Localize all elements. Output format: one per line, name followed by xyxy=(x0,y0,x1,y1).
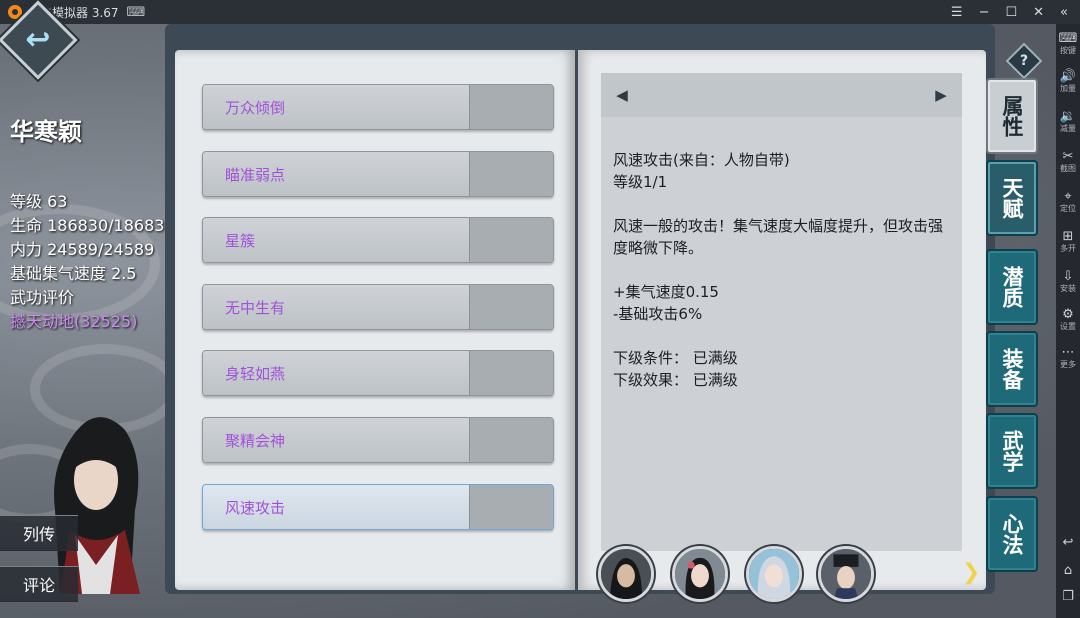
sidebar-settings[interactable]: ⚙ 设置 xyxy=(1056,308,1080,332)
stat-hp: 生命 186830/186830 xyxy=(10,216,175,235)
detail-header: ◀ ▶ xyxy=(601,73,962,117)
skill-slot xyxy=(469,485,553,529)
skill-row[interactable]: 身轻如燕 xyxy=(202,350,554,396)
avatar-character-2[interactable] xyxy=(672,546,728,602)
avatar-character-1[interactable] xyxy=(598,546,654,602)
sidebar-location[interactable]: ⌖ 定位 xyxy=(1056,190,1080,214)
sidebar-volume-down[interactable]: 🔉 减量 xyxy=(1056,110,1080,134)
detail-next-effect: 下级效果： 已满级 xyxy=(613,371,738,389)
detail-level: 等级1/1 xyxy=(613,173,668,191)
tab-talent[interactable]: 天赋 xyxy=(986,160,1038,236)
scissors-icon: ✂ xyxy=(1062,149,1074,164)
stat-rating-label: 武功评价 xyxy=(10,288,75,307)
skill-slot xyxy=(469,85,553,129)
avatar-character-4[interactable] xyxy=(818,546,874,602)
back-nav-icon[interactable]: ↩ xyxy=(1056,536,1080,550)
comment-button[interactable]: 评论 xyxy=(0,566,78,602)
skill-name: 瞄准弱点 xyxy=(203,152,469,196)
skill-name: 星簇 xyxy=(203,218,469,262)
stat-mp: 内力 24589/24589 xyxy=(10,240,155,259)
character-name: 华寒颖 xyxy=(10,117,82,146)
gamepad-icon[interactable]: ⌨ xyxy=(127,5,146,20)
location-pin-icon: ⌖ xyxy=(1064,189,1072,204)
skill-slot xyxy=(469,152,553,196)
skill-slot xyxy=(469,351,553,395)
multi-window-icon: ⊞ xyxy=(1062,229,1074,244)
tab-attributes[interactable]: 属性 xyxy=(986,78,1038,154)
skill-slot xyxy=(469,218,553,262)
skill-row[interactable]: 万众倾倒 xyxy=(202,84,554,130)
stat-rating-value: 撼天动地(32525) xyxy=(10,312,138,331)
sidebar-keyboard[interactable]: ⌨ 按键 xyxy=(1056,32,1080,56)
more-dots-icon: ⋯ xyxy=(1061,345,1075,360)
skill-name: 风速攻击 xyxy=(203,485,469,529)
skill-row[interactable]: 聚精会神 xyxy=(202,417,554,463)
skill-row[interactable]: 星簇 xyxy=(202,217,554,263)
prev-arrow-icon[interactable]: ◀ xyxy=(613,85,631,105)
stat-level: 等级 63 xyxy=(10,192,68,211)
maximize-icon[interactable]: ☐ xyxy=(1005,5,1017,20)
character-stats: 等级 63 生命 186830/186830 内力 24589/24589 基础… xyxy=(10,190,175,334)
apk-install-icon: ⇩ xyxy=(1062,269,1074,284)
skill-name: 无中生有 xyxy=(203,285,469,329)
keyboard-icon: ⌨ xyxy=(1058,31,1078,46)
home-nav-icon[interactable]: ⌂ xyxy=(1056,564,1080,578)
minimize-icon[interactable]: − xyxy=(979,5,990,20)
tab-equipment[interactable]: 装备 xyxy=(986,331,1038,407)
skill-name: 身轻如燕 xyxy=(203,351,469,395)
skill-row[interactable]: 无中生有 xyxy=(202,284,554,330)
sidebar-install[interactable]: ⇩ 安装 xyxy=(1056,270,1080,294)
skill-name: 聚精会神 xyxy=(203,418,469,462)
emulator-sidebar: ⌨ 按键 🔊 加量 🔉 减量 ✂ 截图 ⌖ 定位 ⊞ 多开 ⇩ 安装 ⚙ 设置 ⋯ 更多 ↩ ⌂ … xyxy=(1056,24,1080,618)
skill-row-selected[interactable]: 风速攻击 xyxy=(202,484,554,530)
skill-slot xyxy=(469,285,553,329)
avatar-character-3[interactable] xyxy=(746,546,802,602)
tab-martial-arts[interactable]: 武学 xyxy=(986,413,1038,489)
recent-apps-icon[interactable]: ❐ xyxy=(1056,590,1080,604)
detail-title: 风速攻击(来自：人物自带) xyxy=(613,151,790,169)
tab-mind-method[interactable]: 心法 xyxy=(986,496,1038,572)
detail-description: 风速一般的攻击！集气速度大幅度提升，但攻击强度略微下降。 xyxy=(613,217,944,257)
settings-gear-icon: ⚙ xyxy=(1062,307,1074,322)
sidebar-screenshot[interactable]: ✂ 截图 xyxy=(1056,150,1080,174)
biography-button[interactable]: 列传 xyxy=(0,515,78,551)
character-portrait xyxy=(54,417,140,594)
back-arrow-icon: ↩ xyxy=(25,22,51,57)
detail-text: 风速攻击(来自：人物自带) 等级1/1 风速一般的攻击！集气速度大幅度提升，但攻… xyxy=(613,149,953,391)
emulator-titlebar: 雷电模拟器 3.67 ⌨ ☰ − ☐ ✕ « xyxy=(0,0,1080,24)
skill-detail-panel: ◀ ▶ 风速攻击(来自：人物自带) 等级1/1 风速一般的攻击！集气速度大幅度提… xyxy=(601,73,962,551)
sidebar-multi-open[interactable]: ⊞ 多开 xyxy=(1056,230,1080,254)
sidebar-more[interactable]: ⋯ 更多 xyxy=(1056,346,1080,370)
next-arrow-icon[interactable]: ▶ xyxy=(932,85,950,105)
next-page-arrow-icon[interactable]: ❯ xyxy=(962,561,980,585)
skill-name: 万众倾倒 xyxy=(203,85,469,129)
detail-next-condition: 下级条件： 已满级 xyxy=(613,349,738,367)
stat-speed: 基础集气速度 2.5 xyxy=(10,264,137,283)
close-icon[interactable]: ✕ xyxy=(1033,5,1044,20)
menu-icon[interactable]: ☰ xyxy=(951,5,963,20)
skill-slot xyxy=(469,418,553,462)
tab-potential[interactable]: 潜质 xyxy=(986,249,1038,325)
volume-down-icon: 🔉 xyxy=(1059,109,1077,124)
detail-bonus-2: -基础攻击6% xyxy=(613,305,703,323)
sidebar-volume-up[interactable]: 🔊 加量 xyxy=(1056,70,1080,94)
skill-row[interactable]: 瞄准弱点 xyxy=(202,151,554,197)
question-icon: ? xyxy=(1019,53,1029,69)
detail-bonus-1: +集气速度0.15 xyxy=(613,283,719,301)
collapse-sidebar-icon[interactable]: « xyxy=(1060,5,1068,20)
volume-up-icon: 🔊 xyxy=(1059,69,1077,84)
